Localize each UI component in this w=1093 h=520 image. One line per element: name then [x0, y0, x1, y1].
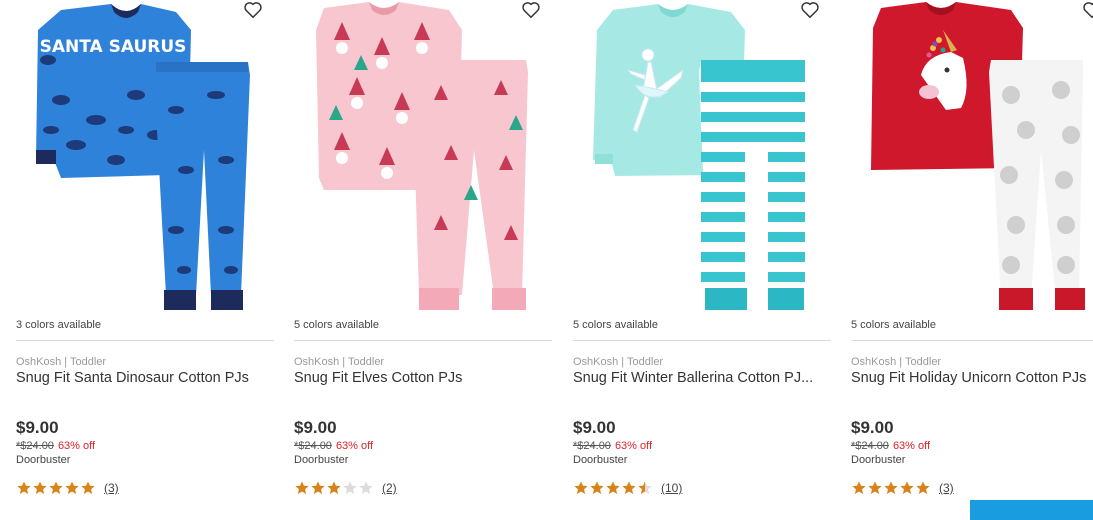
rating[interactable]: (3) [851, 480, 954, 496]
star-icon [852, 481, 866, 494]
product-card[interactable]: SANTA SAURUS 3 colors available OshKosh … [16, 0, 278, 520]
rating[interactable]: (2) [294, 480, 397, 496]
colors-available[interactable]: 5 colors available [573, 319, 658, 331]
colors-available[interactable]: 5 colors available [851, 319, 936, 331]
star-rating [294, 480, 374, 496]
sale-price: $9.00 [573, 418, 616, 437]
feedback-tab[interactable] [970, 500, 1093, 520]
rating[interactable]: (3) [16, 480, 119, 496]
star-icon [574, 481, 588, 494]
divider [573, 340, 831, 341]
divider [294, 340, 552, 341]
original-price: *$24.00 [573, 440, 611, 452]
original-price: *$24.00 [294, 440, 332, 452]
product-title[interactable]: Snug Fit Santa Dinosaur Cotton PJs [16, 370, 266, 386]
review-count[interactable]: (2) [382, 481, 397, 495]
star-icon [916, 481, 930, 494]
product-grid: SANTA SAURUS 3 colors available OshKosh … [0, 0, 1093, 520]
rating[interactable]: (10) [573, 480, 682, 496]
divider [851, 340, 1093, 341]
star-icon [590, 481, 604, 494]
product-brand: OshKosh | Toddler [294, 356, 385, 368]
product-brand: OshKosh | Toddler [851, 356, 942, 368]
star-icon [900, 481, 914, 494]
product-image[interactable]: SANTA SAURUS [16, 0, 274, 315]
discount-label: 63% off [335, 440, 374, 452]
review-count[interactable]: (3) [939, 481, 954, 495]
star-icon [359, 481, 373, 494]
heart-icon[interactable] [520, 0, 542, 20]
product-brand: OshKosh | Toddler [573, 356, 664, 368]
star-icon [49, 481, 63, 494]
heart-icon[interactable] [242, 0, 264, 20]
star-icon [81, 481, 95, 494]
product-title[interactable]: Snug Fit Elves Cotton PJs [294, 370, 544, 386]
star-icon [343, 481, 357, 494]
original-price: *$24.00 [851, 440, 889, 452]
discount-label: 63% off [614, 440, 653, 452]
deal-label: Doorbuster [851, 454, 906, 466]
product-card[interactable]: 5 colors available OshKosh | Toddler Snu… [851, 0, 1093, 520]
star-rating [851, 480, 931, 496]
sale-price: $9.00 [16, 418, 59, 437]
star-rating [16, 480, 96, 496]
price-comparison: *$24.00 63% off [851, 440, 930, 452]
star-icon [622, 481, 636, 494]
divider [16, 340, 274, 341]
star-icon [295, 481, 309, 494]
product-image[interactable] [851, 0, 1093, 315]
colors-available[interactable]: 5 colors available [294, 319, 379, 331]
star-icon [17, 481, 31, 494]
product-title[interactable]: Snug Fit Holiday Unicorn Cotton PJs [851, 370, 1093, 386]
product-brand: OshKosh | Toddler [16, 356, 107, 368]
review-count[interactable]: (3) [104, 481, 119, 495]
star-icon [33, 481, 47, 494]
sale-price: $9.00 [851, 418, 894, 437]
deal-label: Doorbuster [294, 454, 349, 466]
product-card[interactable]: 5 colors available OshKosh | Toddler Snu… [294, 0, 556, 520]
star-icon [65, 481, 79, 494]
colors-available[interactable]: 3 colors available [16, 319, 101, 331]
deal-label: Doorbuster [573, 454, 628, 466]
original-price: *$24.00 [16, 440, 54, 452]
star-icon [868, 481, 882, 494]
sale-price: $9.00 [294, 418, 337, 437]
product-title[interactable]: Snug Fit Winter Ballerina Cotton PJ... [573, 370, 823, 386]
star-icon [606, 481, 620, 494]
deal-label: Doorbuster [16, 454, 71, 466]
star-icon [311, 481, 325, 494]
product-image[interactable] [573, 0, 831, 315]
discount-label: 63% off [892, 440, 931, 452]
heart-icon[interactable] [1081, 0, 1093, 20]
discount-label: 63% off [57, 440, 96, 452]
review-count[interactable]: (10) [661, 481, 682, 495]
star-icon [638, 481, 652, 494]
price-comparison: *$24.00 63% off [573, 440, 652, 452]
star-icon [884, 481, 898, 494]
heart-icon[interactable] [799, 0, 821, 20]
product-card[interactable]: 5 colors available OshKosh | Toddler Snu… [573, 0, 835, 520]
star-icon [327, 481, 341, 494]
price-comparison: *$24.00 63% off [16, 440, 95, 452]
shirt-graphic-text: SANTA SAURUS [40, 37, 187, 57]
star-rating [573, 480, 653, 496]
product-image[interactable] [294, 0, 552, 315]
price-comparison: *$24.00 63% off [294, 440, 373, 452]
